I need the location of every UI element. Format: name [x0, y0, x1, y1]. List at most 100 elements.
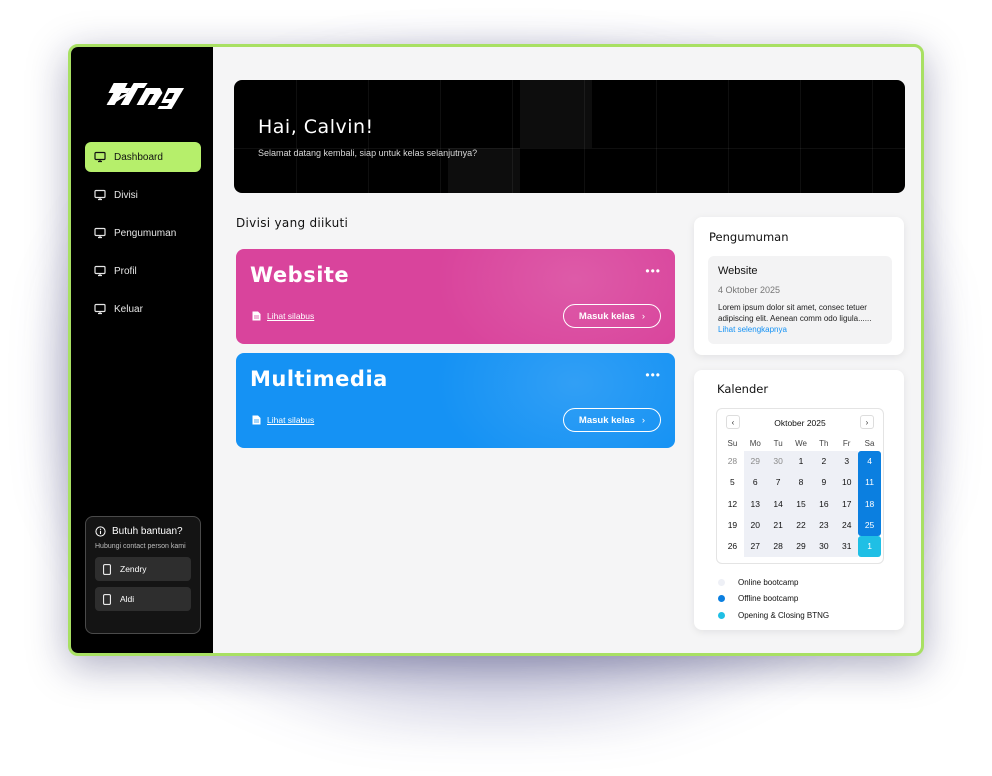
legend-dot: [718, 578, 725, 586]
calendar-day[interactable]: 30: [766, 451, 790, 473]
legend-item: Offline bootcamp: [718, 591, 829, 608]
calendar-day[interactable]: 19: [721, 515, 744, 536]
calendar-day[interactable]: 27: [743, 536, 767, 558]
sidebar-item-dashboard[interactable]: Dashboard: [85, 142, 201, 172]
calendar-day[interactable]: 9: [812, 472, 836, 494]
calendar-day[interactable]: 30: [812, 536, 836, 558]
weekday-label: Tu: [773, 439, 783, 448]
calendar-day[interactable]: 31: [835, 536, 859, 558]
calendar-day[interactable]: 1: [858, 536, 881, 558]
divisions-title: Divisi yang diikuti: [236, 216, 349, 230]
calendar-month: Oktober 2025: [774, 418, 826, 428]
card-decoration: [435, 249, 675, 344]
calendar-day[interactable]: 16: [812, 493, 836, 515]
calendar-day[interactable]: 17: [835, 493, 859, 515]
enter-class-button[interactable]: Masuk kelas ›: [563, 304, 661, 328]
contact-name: Zendry: [120, 564, 147, 574]
calendar-day[interactable]: 8: [789, 472, 813, 494]
calendar-day[interactable]: 10: [835, 472, 859, 494]
next-month-button[interactable]: ›: [860, 415, 874, 429]
sidebar: Dashboard Divisi Pengumuman Profil Kelua…: [71, 47, 213, 653]
weekday-label: Mo: [749, 439, 761, 448]
app-window: Dashboard Divisi Pengumuman Profil Kelua…: [68, 44, 924, 656]
calendar-day[interactable]: 12: [721, 494, 744, 515]
calendar-day[interactable]: 26: [721, 536, 744, 557]
monitor-icon: [94, 151, 106, 163]
contact-name: Aldi: [120, 594, 135, 604]
sidebar-item-label: Pengumuman: [114, 227, 177, 239]
calendar-day[interactable]: 21: [766, 514, 790, 537]
calendar-day[interactable]: 25: [858, 514, 881, 537]
calendar-day[interactable]: 14: [766, 493, 790, 515]
read-more-link[interactable]: Lihat selengkapnya: [718, 325, 787, 334]
more-options-icon[interactable]: •••: [645, 264, 661, 278]
calendar-day[interactable]: 5: [721, 472, 744, 493]
announcement-card: Pengumuman Website 4 Oktober 2025 Lorem …: [694, 217, 904, 355]
sidebar-item-keluar[interactable]: Keluar: [85, 294, 201, 324]
calendar-card: Kalender ‹ Oktober 2025 › Su Mo Tu We Th Fr Sa…: [694, 370, 904, 630]
contact-button-aldi[interactable]: Aldi: [95, 587, 191, 611]
calendar-grid: Su Mo Tu We Th Fr Sa 28 29 30 1 2 3 4 5 6 7 8 9 10 11 12 13 14 1…: [721, 439, 881, 558]
card-decoration: [435, 353, 675, 448]
announcement-title: Pengumuman: [709, 230, 789, 244]
calendar-day[interactable]: 29: [789, 536, 813, 558]
weekday-label: Th: [819, 439, 829, 448]
weekday-label: Fr: [842, 439, 851, 448]
division-card-multimedia[interactable]: Multimedia ••• Lihat silabus Masuk kelas…: [236, 353, 675, 448]
weekday-label: Sa: [864, 439, 875, 448]
sidebar-item-label: Keluar: [114, 303, 143, 315]
announcement-item-body: Lorem ipsum dolor sit amet, consec tetue…: [718, 302, 882, 335]
calendar-day[interactable]: 1: [789, 451, 813, 473]
legend-item: Opening & Closing BTNG: [718, 607, 829, 624]
calendar-day[interactable]: 23: [812, 514, 836, 537]
sidebar-item-label: Divisi: [114, 189, 138, 201]
syllabus-link[interactable]: Lihat silabus: [252, 415, 314, 425]
sidebar-item-label: Dashboard: [114, 151, 163, 163]
announcement-item[interactable]: Website 4 Oktober 2025 Lorem ipsum dolor…: [708, 256, 892, 344]
greeting-subtitle: Selamat datang kembali, siap untuk kelas…: [258, 148, 478, 158]
enter-class-label: Masuk kelas: [578, 414, 635, 426]
calendar-day[interactable]: 18: [858, 493, 881, 515]
announcement-item-date: 4 Oktober 2025: [718, 285, 781, 295]
sidebar-nav: Dashboard Divisi Pengumuman Profil Kelua…: [85, 142, 201, 332]
syllabus-link[interactable]: Lihat silabus: [252, 311, 314, 321]
calendar-day[interactable]: 4: [858, 451, 881, 473]
sidebar-item-pengumuman[interactable]: Pengumuman: [85, 218, 201, 248]
sidebar-item-profil[interactable]: Profil: [85, 256, 201, 286]
division-name: Website: [250, 263, 350, 287]
calendar-day[interactable]: 28: [721, 451, 744, 472]
banner-grid-cell: [520, 80, 592, 148]
weekday-label: We: [795, 439, 807, 448]
more-options-icon[interactable]: •••: [645, 368, 661, 382]
division-card-website[interactable]: Website ••• Lihat silabus Masuk kelas ›: [236, 249, 675, 344]
calendar-day[interactable]: 3: [835, 451, 859, 473]
document-icon: [252, 311, 261, 321]
calendar-day[interactable]: 6: [743, 472, 767, 494]
calendar-day[interactable]: 2: [812, 451, 836, 473]
legend-label: Online bootcamp: [738, 577, 799, 587]
calendar-day[interactable]: 29: [743, 451, 767, 473]
monitor-icon: [94, 265, 106, 277]
monitor-icon: [94, 227, 106, 239]
weekday-label: Su: [727, 439, 738, 448]
announcement-body-text: Lorem ipsum dolor sit amet, consec tetue…: [718, 303, 872, 323]
enter-class-button[interactable]: Masuk kelas ›: [563, 408, 661, 432]
calendar-day[interactable]: 22: [789, 514, 813, 537]
calendar-day[interactable]: 13: [743, 493, 767, 515]
calendar-day[interactable]: 11: [858, 472, 881, 494]
calendar-title: Kalender: [717, 382, 769, 396]
calendar-day[interactable]: 7: [766, 472, 790, 494]
chevron-right-icon: ›: [641, 414, 646, 426]
calendar-day[interactable]: 20: [743, 514, 767, 537]
calendar-day[interactable]: 24: [835, 514, 859, 537]
chevron-right-icon: ›: [641, 310, 646, 322]
division-name: Multimedia: [250, 367, 388, 391]
calendar-day[interactable]: 15: [789, 493, 813, 515]
info-icon: [95, 526, 106, 537]
monitor-icon: [94, 189, 106, 201]
brand-logo[interactable]: [101, 79, 185, 109]
calendar-day[interactable]: 28: [766, 536, 790, 558]
contact-button-zendry[interactable]: Zendry: [95, 557, 191, 581]
sidebar-item-divisi[interactable]: Divisi: [85, 180, 201, 210]
help-title: Butuh bantuan?: [95, 526, 191, 537]
